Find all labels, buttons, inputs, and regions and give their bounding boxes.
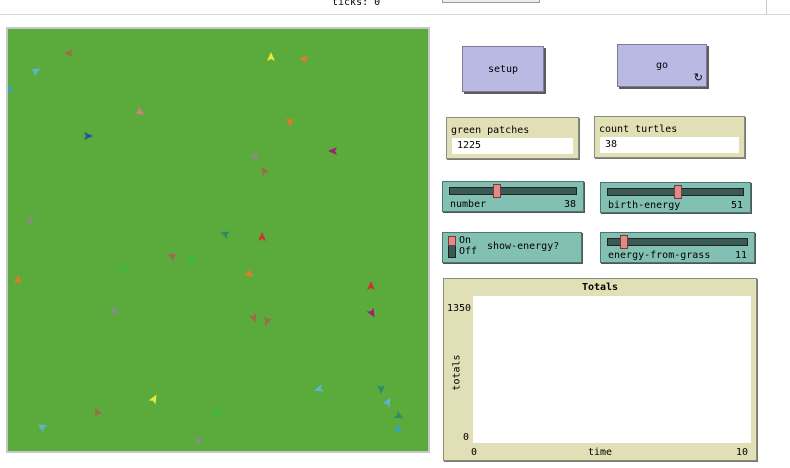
turtle <box>367 281 375 290</box>
slider-label: energy-from-grass <box>608 250 711 261</box>
turtle <box>84 132 93 140</box>
turtle <box>314 383 325 392</box>
turtle <box>328 147 337 155</box>
plot-y-label: totals <box>451 354 463 391</box>
turtle <box>167 253 178 262</box>
slider-thumb[interactable] <box>674 185 682 199</box>
number-slider[interactable]: number 38 <box>442 181 584 212</box>
plot-x-label: time <box>587 447 613 458</box>
turtle <box>249 151 258 162</box>
setup-button[interactable]: setup <box>462 46 544 92</box>
totals-plot: Totals 1350 0 0 10 time totals <box>443 278 757 461</box>
turtle <box>195 437 203 446</box>
turtle-layer <box>8 49 404 446</box>
slider-track[interactable] <box>607 185 744 199</box>
birth-energy-slider[interactable]: birth-energy 51 <box>600 182 751 213</box>
turtle <box>8 84 15 94</box>
slider-label: birth-energy <box>608 200 681 211</box>
turtle <box>27 215 36 226</box>
turtle <box>267 52 275 61</box>
turtle <box>244 268 255 277</box>
slider-value: 11 <box>734 250 747 261</box>
turtle <box>264 315 273 326</box>
world-view[interactable] <box>6 27 430 453</box>
turtle <box>299 55 308 63</box>
plot-title: Totals <box>581 282 619 293</box>
turtle <box>261 166 270 177</box>
green-patches-monitor: green patches 1225 <box>446 117 579 159</box>
plot-area <box>473 296 751 443</box>
turtle <box>382 397 391 408</box>
switch-off-label: Off <box>459 246 478 257</box>
slider-thumb[interactable] <box>620 235 628 249</box>
turtle <box>258 232 266 241</box>
setup-button-label: setup <box>487 63 519 75</box>
switch-track[interactable] <box>448 236 456 258</box>
slider-track[interactable] <box>449 184 577 198</box>
turtle <box>110 306 118 315</box>
plot-y-max: 1350 <box>447 303 472 314</box>
turtle <box>286 118 294 127</box>
turtle <box>94 407 103 418</box>
go-button-label: go <box>655 60 669 71</box>
turtle <box>134 106 145 115</box>
turtle <box>148 394 157 405</box>
toolbar-divider <box>766 0 790 14</box>
go-button[interactable]: go ↻ <box>617 44 707 87</box>
slider-value: 38 <box>563 199 576 210</box>
slider-value: 51 <box>730 200 743 211</box>
energy-from-grass-slider[interactable]: energy-from-grass 11 <box>600 232 755 263</box>
forever-icon: ↻ <box>693 71 703 84</box>
turtle <box>394 424 402 433</box>
plot-y-min: 0 <box>463 432 470 443</box>
show-energy-switch[interactable]: On Off show-energy? <box>442 232 582 263</box>
turtle <box>188 256 197 264</box>
turtle <box>30 68 41 77</box>
switch-label: show-energy? <box>487 241 560 252</box>
monitor-value: 38 <box>600 137 739 153</box>
slider-label: number <box>450 199 487 210</box>
switch-knob[interactable] <box>448 236 456 246</box>
count-turtles-monitor: count turtles 38 <box>594 116 745 158</box>
ticks-counter: ticks: 0 <box>332 0 381 8</box>
switch-on-label: On <box>459 235 472 246</box>
monitor-label: count turtles <box>599 124 678 135</box>
monitor-label: green patches <box>451 125 530 136</box>
slider-track[interactable] <box>607 235 748 249</box>
monitor-value: 1225 <box>452 138 573 154</box>
turtle <box>118 266 129 275</box>
turtle <box>248 312 257 323</box>
top-toolbar: ticks: 0 <box>0 0 790 15</box>
turtle <box>14 275 22 284</box>
slider-thumb[interactable] <box>493 184 501 198</box>
toolbar-button[interactable] <box>442 0 540 3</box>
turtle <box>64 49 73 57</box>
turtle <box>366 307 375 318</box>
turtle <box>377 385 385 394</box>
turtle <box>213 406 221 415</box>
turtle <box>220 231 231 240</box>
turtle <box>393 410 404 419</box>
turtle <box>37 424 48 433</box>
